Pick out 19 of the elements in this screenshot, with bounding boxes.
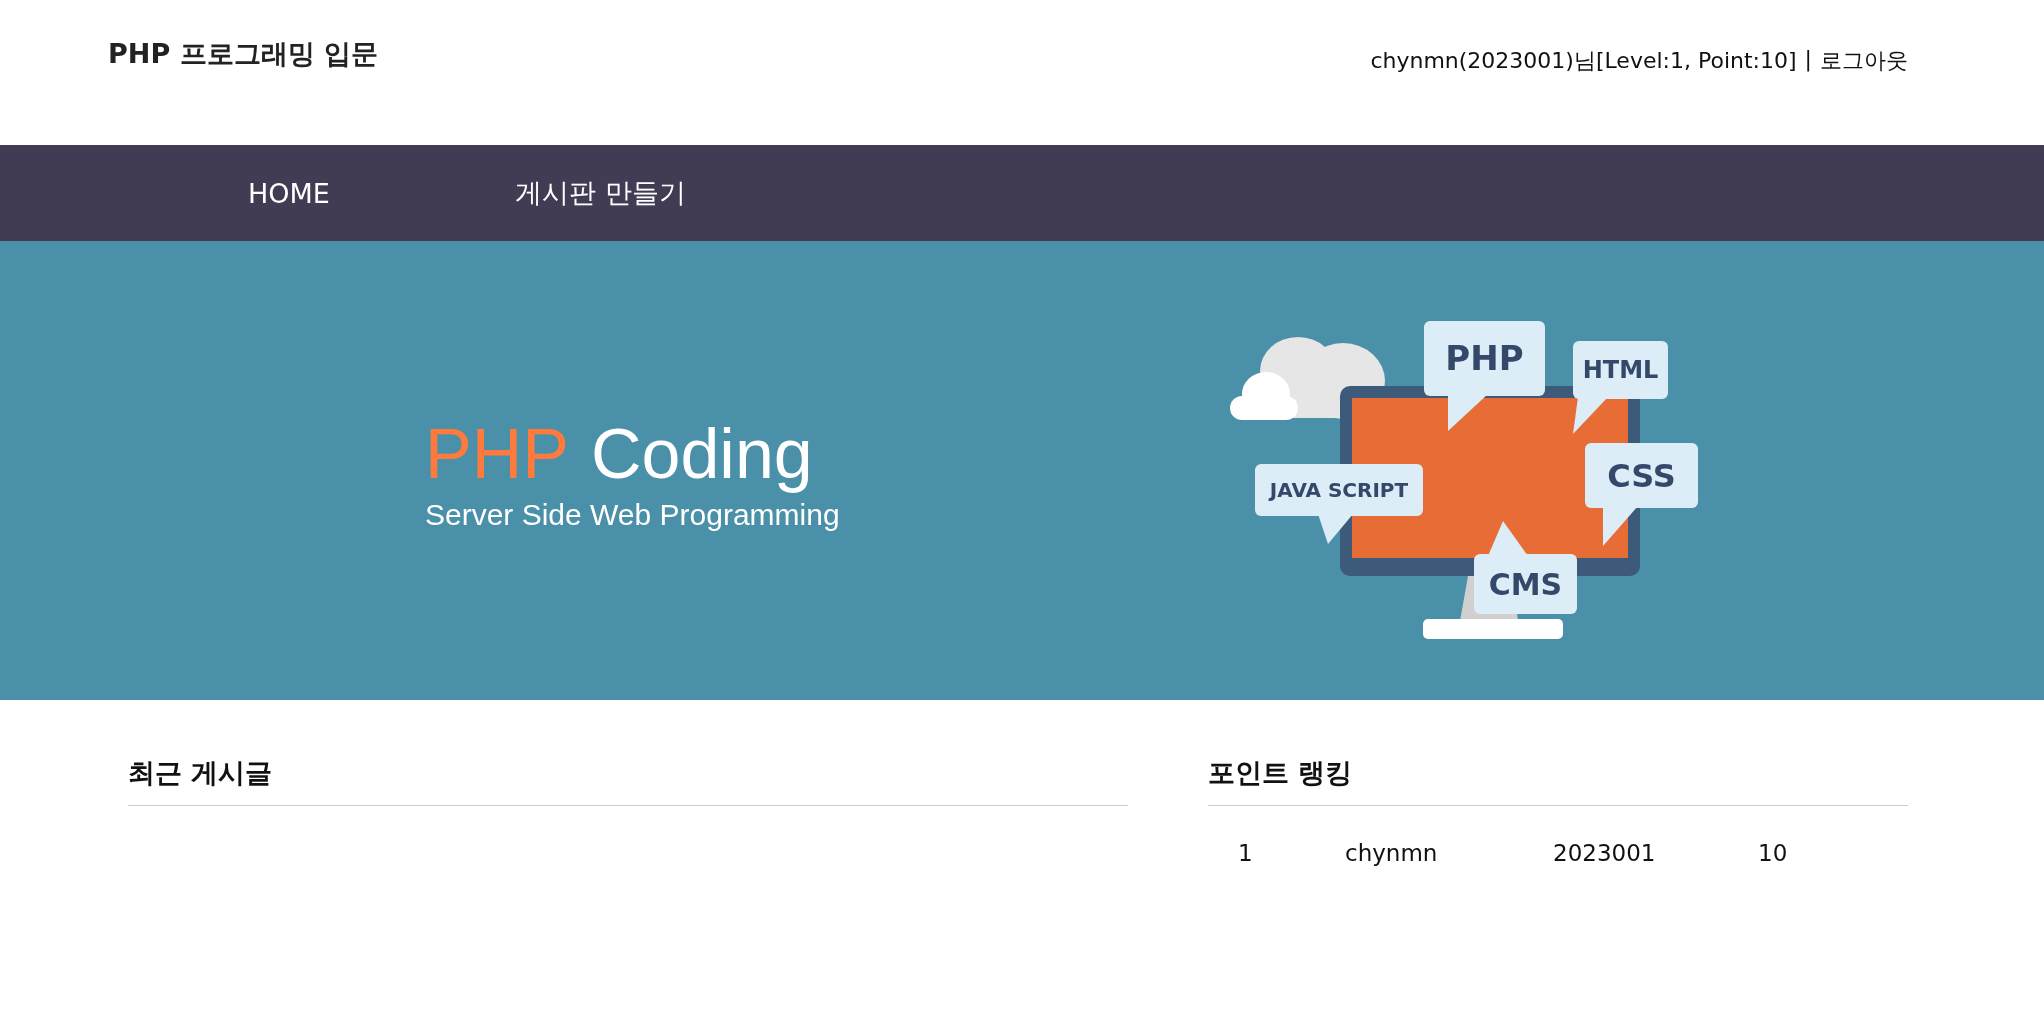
banner-title-accent: PHP — [425, 418, 569, 489]
id-cell-text: 2023001 — [1553, 840, 1657, 866]
bubble-label: JAVA SCRIPT — [1269, 477, 1409, 502]
name-cell-text: chynmn — [1345, 840, 1439, 866]
user-info: chynmn(2023001)님[Level:1, Point:10] — [1370, 47, 1797, 75]
separator: | — [1804, 46, 1812, 74]
site-title: PHP 프로그래밍 입문 — [108, 37, 378, 71]
section-heading: 최근 게시글 — [128, 755, 1128, 806]
nav-link[interactable]: HOME — [248, 177, 330, 209]
bubble-label: CMS — [1488, 566, 1563, 601]
rank-cell-text: 1 — [1238, 840, 1254, 866]
nav-link[interactable]: 게시판 만들기 — [514, 175, 686, 211]
bubble-label: CSS — [1607, 456, 1676, 495]
section-heading: 포인트 랭킹 — [1208, 755, 1908, 806]
logout-link[interactable]: 로그아웃 — [1820, 46, 1908, 76]
point-cell-text: 10 — [1758, 840, 1789, 866]
bubble-label: HTML — [1582, 355, 1659, 384]
bubble-label: PHP — [1445, 337, 1524, 378]
banner-subtitle: Server Side Web Programming — [425, 496, 840, 533]
